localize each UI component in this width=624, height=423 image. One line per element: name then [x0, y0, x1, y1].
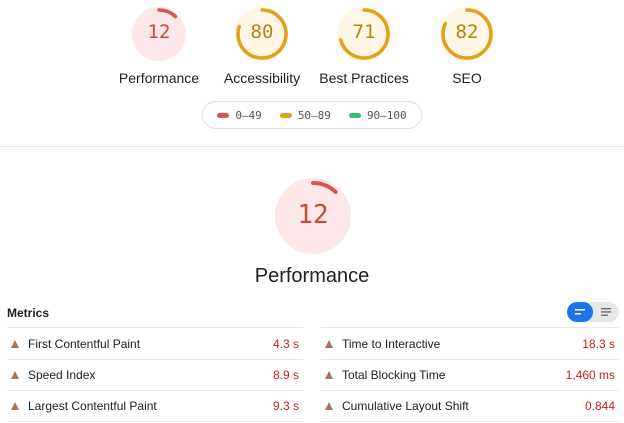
row-divider	[7, 421, 303, 422]
metric-row: Speed Index 8.9 s	[11, 359, 299, 390]
metric-value: 8.9 s	[272, 367, 299, 382]
row-divider	[321, 421, 619, 422]
metric-value: 4.3 s	[272, 336, 299, 351]
metric-value: 9.3 s	[272, 398, 299, 413]
metric-name: First Contentful Paint	[28, 336, 141, 351]
short-lines-icon	[575, 309, 585, 315]
legend-item-fail: 0–49	[217, 109, 262, 122]
category-gauge-best-practices[interactable]: 71 Best Practices	[314, 6, 414, 86]
warning-triangle-icon	[11, 339, 19, 348]
metric-name: Time to Interactive	[342, 336, 441, 351]
performance-title: Performance	[254, 265, 370, 287]
legend-label: 0–49	[235, 108, 262, 122]
metric-name: Speed Index	[28, 367, 96, 382]
metric-name: Total Blocking Time	[342, 367, 446, 382]
legend-label: 50–89	[297, 108, 331, 122]
legend-swatch-green	[348, 112, 361, 118]
warning-triangle-icon	[11, 370, 19, 379]
score-legend: 0–49 50–89 90–100	[202, 101, 422, 129]
metric-value: 1,460 ms	[565, 367, 615, 382]
metrics-heading: Metrics	[7, 306, 50, 320]
performance-score: 12	[297, 200, 329, 230]
category-gauge-accessibility[interactable]: 80 Accessibility	[212, 6, 312, 86]
metric-row: First Contentful Paint 4.3 s	[11, 328, 299, 359]
metric-value: 18.3 s	[582, 336, 615, 351]
warning-triangle-icon	[11, 401, 19, 410]
gauge-score: 82	[455, 21, 479, 43]
metric-value: 0.844	[584, 398, 615, 413]
detail-view-button[interactable]	[593, 302, 619, 322]
gauge-score: 12	[147, 21, 171, 43]
metric-row: Largest Contentful Paint 9.3 s	[11, 390, 299, 421]
metric-name: Cumulative Layout Shift	[342, 398, 469, 413]
legend-label: 90–100	[366, 108, 407, 122]
legend-item-average: 50–89	[279, 108, 331, 122]
metrics-view-toggle[interactable]	[567, 302, 619, 322]
legend-item-pass: 90–100	[348, 108, 407, 122]
legend-swatch-orange	[279, 112, 292, 118]
summary-view-button[interactable]	[567, 302, 593, 322]
metric-row: Time to Interactive 18.3 s	[325, 328, 615, 359]
long-lines-icon	[601, 308, 611, 316]
warning-triangle-icon	[325, 339, 333, 348]
legend-swatch-red	[217, 112, 230, 118]
gauge-score: 71	[352, 21, 376, 43]
warning-triangle-icon	[325, 370, 333, 379]
metric-row: Total Blocking Time 1,460 ms	[325, 359, 615, 390]
gauge-score: 80	[250, 21, 274, 43]
warning-triangle-icon	[325, 401, 333, 410]
category-gauge-seo[interactable]: 82 SEO	[417, 6, 517, 86]
metric-name: Largest Contentful Paint	[28, 398, 157, 413]
gauge-label: SEO	[452, 70, 482, 86]
metric-row: Cumulative Layout Shift 0.844	[325, 390, 615, 421]
section-divider	[0, 146, 624, 147]
category-gauge-performance[interactable]: 12 Performance	[109, 6, 209, 86]
